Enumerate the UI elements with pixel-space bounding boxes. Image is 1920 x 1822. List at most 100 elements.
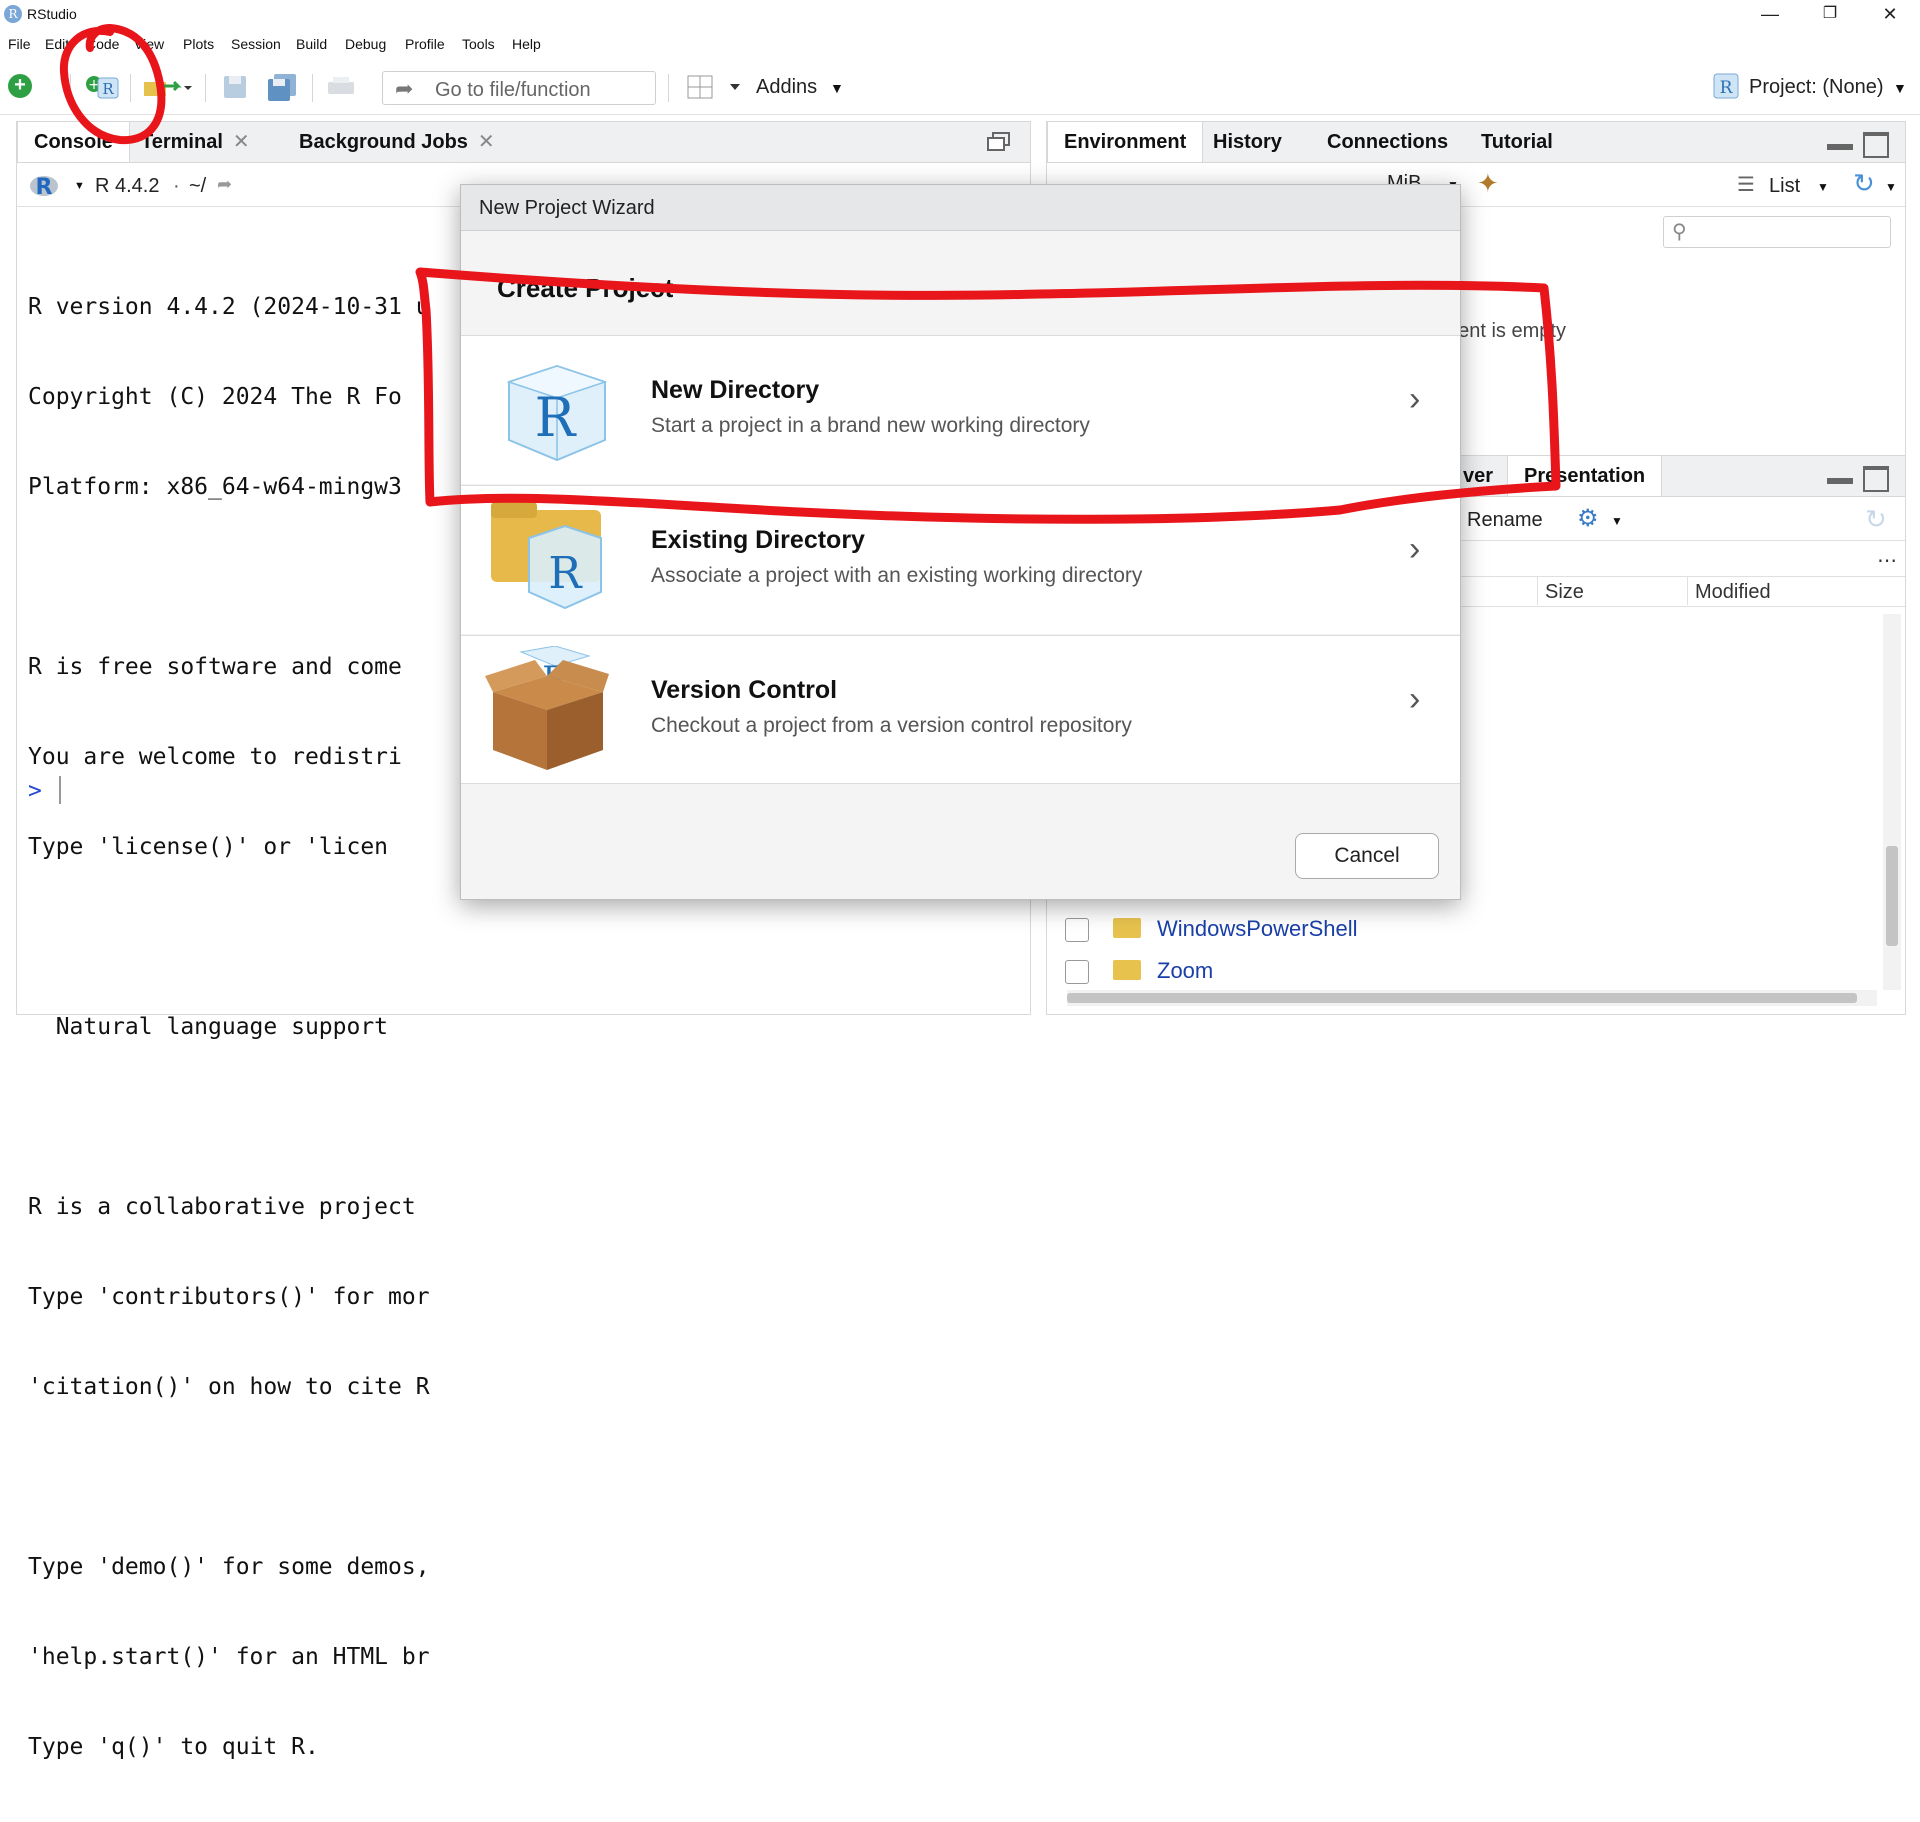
menu-profile[interactable]: Profile	[405, 36, 445, 52]
console-line: Type 'contributors()' for mor	[28, 1284, 430, 1310]
environment-search-input[interactable]: ⚲	[1663, 216, 1891, 248]
project-menu[interactable]: Project: (None)	[1749, 76, 1884, 99]
tab-tutorial[interactable]: Tutorial	[1465, 122, 1569, 162]
list-view-menu[interactable]: List	[1769, 175, 1800, 198]
row-checkbox[interactable]	[1065, 960, 1089, 984]
tab-presentation[interactable]: Presentation	[1507, 456, 1663, 496]
maximize-pane-icon[interactable]	[1863, 132, 1889, 158]
working-directory: ~/	[189, 175, 207, 197]
r-logo-icon[interactable]: R	[29, 172, 59, 200]
go-to-file-input[interactable]: ➦ Go to file/function	[382, 71, 656, 105]
file-link[interactable]: Zoom	[1157, 958, 1213, 984]
tab-terminal[interactable]: Terminal ✕	[125, 122, 266, 162]
option-description: Associate a project with an existing wor…	[651, 564, 1143, 587]
r-version-dropdown-icon[interactable]: ▼	[74, 180, 85, 192]
dialog-heading: Create Project	[497, 273, 674, 303]
menu-file[interactable]: File	[8, 36, 31, 52]
refresh-icon[interactable]: ↻	[1865, 504, 1887, 535]
scrollbar-thumb[interactable]	[1067, 993, 1857, 1003]
maximize-pane-icon[interactable]	[1863, 466, 1889, 492]
dialog-title-bar: New Project Wizard	[461, 185, 1460, 231]
close-tab-icon[interactable]: ✕	[478, 131, 495, 153]
svg-text:R: R	[548, 548, 583, 599]
project-dropdown-icon[interactable]: ▼	[1893, 80, 1907, 96]
more-options-icon[interactable]: ⋯	[1877, 548, 1897, 573]
console-line: Type 'demo()' for some demos,	[28, 1554, 430, 1580]
open-file-icon[interactable]	[142, 74, 192, 100]
tab-environment[interactable]: Environment	[1047, 122, 1204, 162]
tab-background-jobs[interactable]: Background Jobs ✕	[283, 122, 511, 162]
clear-broom-icon[interactable]: ✦	[1477, 168, 1499, 199]
menu-debug[interactable]: Debug	[345, 36, 386, 52]
tab-connections[interactable]: Connections	[1311, 122, 1464, 162]
divider	[461, 783, 1460, 784]
column-header-size[interactable]: Size	[1537, 581, 1584, 604]
menu-code[interactable]: Code	[86, 36, 119, 52]
tab-console-label: Console	[34, 131, 113, 153]
more-dropdown-icon[interactable]: ▼	[1611, 514, 1623, 528]
option-title: New Directory	[651, 376, 820, 404]
addins-menu[interactable]: Addins	[756, 76, 817, 99]
toolbar-separator	[130, 74, 131, 102]
menu-build[interactable]: Build	[296, 36, 327, 52]
vertical-scrollbar[interactable]	[1883, 614, 1901, 990]
toolbar-separator	[70, 74, 71, 102]
close-icon[interactable]: ✕	[1860, 0, 1920, 28]
menu-help[interactable]: Help	[512, 36, 541, 52]
menu-edit[interactable]: Edit	[45, 36, 69, 52]
row-checkbox[interactable]	[1065, 918, 1089, 942]
save-icon[interactable]	[222, 74, 248, 100]
minimize-pane-icon[interactable]	[1827, 144, 1853, 150]
tab-history[interactable]: History	[1197, 122, 1298, 162]
menu-session[interactable]: Session	[231, 36, 281, 52]
print-icon[interactable]	[326, 74, 356, 100]
list-dropdown-icon[interactable]: ▼	[1817, 180, 1829, 194]
rename-button[interactable]: Rename	[1467, 509, 1543, 532]
console-line: You are welcome to redistri	[28, 744, 402, 770]
window-title: RStudio	[27, 6, 77, 22]
scrollbar-thumb[interactable]	[1886, 846, 1898, 946]
folder-icon	[1113, 918, 1141, 938]
horizontal-scrollbar[interactable]	[1067, 990, 1877, 1006]
menu-bar: File Edit Code View Plots Session Build …	[0, 28, 1920, 60]
cancel-button[interactable]: Cancel	[1295, 833, 1439, 879]
environment-tabstrip: Environment History Connections Tutorial	[1047, 122, 1905, 163]
pane-layout-icon[interactable]	[686, 74, 740, 100]
console-cursor[interactable]	[59, 776, 61, 804]
console-line: Type 'q()' to quit R.	[28, 1734, 319, 1760]
toolbar-separator	[205, 74, 206, 102]
restore-pane-icon[interactable]	[987, 132, 1011, 152]
gear-icon[interactable]: ⚙	[1577, 504, 1599, 533]
minimize-icon[interactable]: —	[1740, 0, 1800, 28]
close-tab-icon[interactable]: ✕	[233, 131, 250, 153]
box-icon: R	[485, 645, 609, 772]
table-row[interactable]: Zoom	[1047, 950, 1877, 992]
menu-view[interactable]: View	[134, 36, 164, 52]
tab-console[interactable]: Console	[17, 122, 130, 162]
go-to-file-placeholder: Go to file/function	[435, 79, 591, 101]
new-file-icon[interactable]: +	[8, 74, 32, 98]
console-output[interactable]: R version 4.4.2 (2024-10-31 u Copyright …	[28, 232, 458, 1822]
option-description: Start a project in a brand new working d…	[651, 414, 1090, 437]
console-line: 'citation()' on how to cite R	[28, 1374, 430, 1400]
goto-dir-icon[interactable]: ➦	[217, 174, 232, 195]
console-line: Type 'license()' or 'licen	[28, 834, 389, 860]
menu-tools[interactable]: Tools	[462, 36, 495, 52]
column-header-modified[interactable]: Modified	[1687, 581, 1771, 604]
save-all-icon[interactable]	[266, 72, 298, 102]
refresh-icon[interactable]: ↻	[1853, 168, 1875, 199]
minimize-pane-icon[interactable]	[1827, 478, 1853, 484]
addins-dropdown-icon[interactable]: ▼	[830, 80, 844, 96]
console-line: 'help.start()' for an HTML br	[28, 1644, 430, 1670]
console-tabstrip: Console Terminal ✕ Background Jobs ✕	[17, 122, 1030, 163]
restore-icon[interactable]: ❐	[1800, 0, 1860, 28]
option-existing-directory[interactable]: R Existing Directory Associate a project…	[461, 485, 1460, 634]
file-link[interactable]: WindowsPowerShell	[1157, 916, 1358, 942]
new-project-icon[interactable]: + R	[84, 72, 120, 102]
table-row[interactable]: WindowsPowerShell	[1047, 908, 1877, 950]
option-new-directory[interactable]: R New Directory Start a project in a bra…	[461, 335, 1460, 484]
menu-plots[interactable]: Plots	[183, 36, 214, 52]
option-version-control[interactable]: R Version Control Checkout a project fro…	[461, 635, 1460, 784]
refresh-dropdown-icon[interactable]: ▼	[1885, 180, 1897, 194]
